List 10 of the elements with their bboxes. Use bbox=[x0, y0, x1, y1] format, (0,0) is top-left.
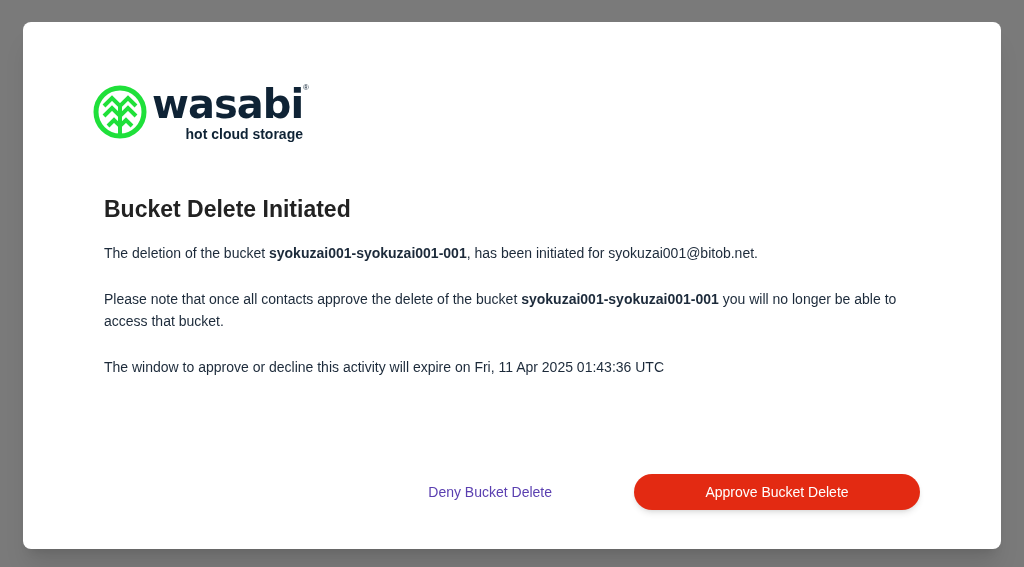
logo-tagline: hot cloud storage bbox=[185, 126, 303, 142]
dialog-message: The window to approve or decline this activity will expire on Fri, 11 Apr 2025 01:43:36 UTC bbox=[104, 358, 666, 377]
logo-wordmark: wasabi bbox=[152, 82, 304, 126]
deny-button[interactable]: Deny Bucket Delete bbox=[426, 481, 554, 503]
dialog-title: Bucket Delete Initiated bbox=[104, 195, 352, 224]
leaf-logo-icon bbox=[92, 84, 148, 140]
dialog-message: The deletion of the bucket syokuzai001-syokuzai001-001, has been initiated for syokuzai001@bitob.net. bbox=[104, 244, 759, 263]
dialog-message: Please note that once all contacts approve the delete of the bucket syokuzai001-syokuzai001-001 you will no longer be able to access that bucket. bbox=[104, 290, 898, 331]
registered-mark: ® bbox=[303, 84, 309, 92]
approve-button[interactable]: Approve Bucket Delete bbox=[634, 474, 920, 510]
